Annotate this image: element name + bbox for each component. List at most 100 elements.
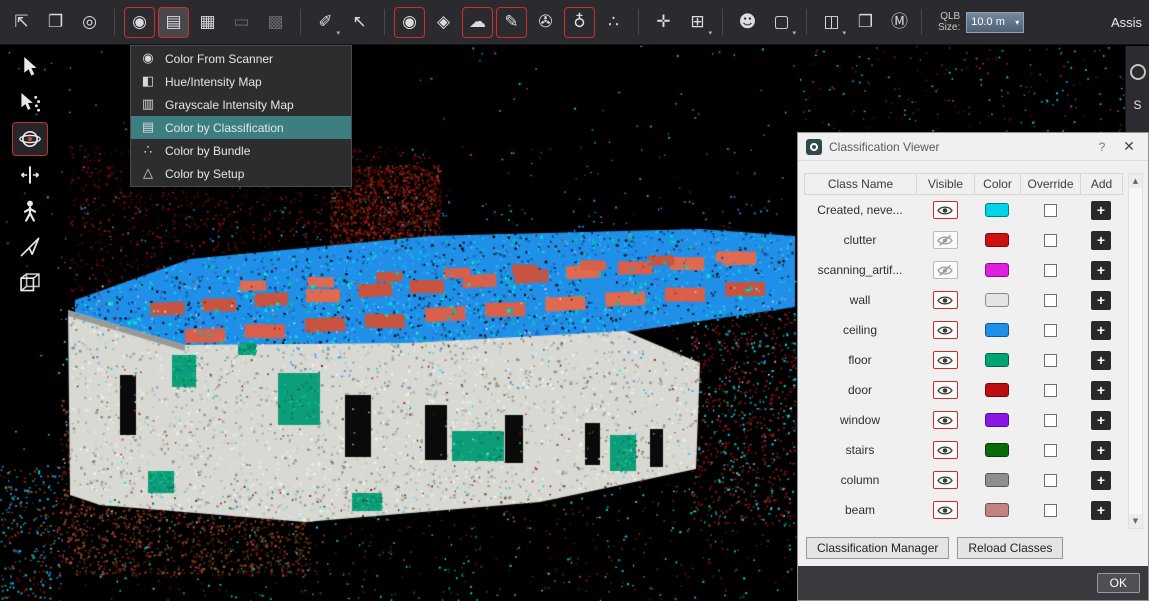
add-class-button[interactable]: + bbox=[1091, 261, 1111, 280]
location-pin-icon[interactable]: ♁ bbox=[564, 7, 595, 38]
avatar-icon[interactable] bbox=[1130, 64, 1146, 80]
class-name: clutter bbox=[804, 233, 916, 247]
add-class-button[interactable]: + bbox=[1091, 231, 1111, 250]
grayscale-map-icon[interactable]: ▦ bbox=[192, 7, 223, 38]
duplicate-view-icon[interactable]: ❐ bbox=[40, 7, 71, 38]
color-swatch[interactable] bbox=[985, 203, 1009, 217]
override-checkbox[interactable] bbox=[1044, 264, 1057, 277]
header-visible[interactable]: Visible bbox=[916, 173, 975, 195]
color-from-scanner-icon[interactable]: ◉ bbox=[124, 7, 155, 38]
help-button[interactable]: ? bbox=[1093, 140, 1111, 154]
menu-item-hue-intensity-map[interactable]: ◧Hue/Intensity Map bbox=[131, 70, 351, 93]
color-swatch[interactable] bbox=[985, 263, 1009, 277]
orbit-tool[interactable] bbox=[12, 122, 48, 156]
reload-classes-button[interactable]: Reload Classes bbox=[957, 537, 1063, 559]
selection-mode-icon[interactable]: ▢▾ bbox=[766, 7, 797, 38]
export-box-icon[interactable]: ⊞▾ bbox=[682, 7, 713, 38]
add-class-button[interactable]: + bbox=[1091, 441, 1111, 460]
align-tool[interactable] bbox=[12, 158, 48, 192]
color-swatch[interactable] bbox=[985, 233, 1009, 247]
select-points-tool[interactable] bbox=[12, 86, 48, 120]
scan-target-icon[interactable]: ◉ bbox=[394, 7, 425, 38]
close-icon[interactable]: ✕ bbox=[1118, 138, 1140, 155]
view-cube-icon[interactable]: ◫▾ bbox=[816, 7, 847, 38]
override-checkbox[interactable] bbox=[1044, 384, 1057, 397]
override-checkbox[interactable] bbox=[1044, 474, 1057, 487]
ok-button[interactable]: OK bbox=[1097, 573, 1140, 593]
move-axes-icon[interactable]: ✛ bbox=[648, 7, 679, 38]
annotate-pen-icon[interactable]: ✎ bbox=[496, 7, 527, 38]
override-checkbox[interactable] bbox=[1044, 444, 1057, 457]
add-class-button[interactable]: + bbox=[1091, 201, 1111, 220]
override-checkbox[interactable] bbox=[1044, 204, 1057, 217]
bounding-cube-icon[interactable]: ❒ bbox=[850, 7, 881, 38]
fly-tool[interactable] bbox=[12, 230, 48, 264]
eye-icon[interactable] bbox=[933, 201, 958, 219]
eye-icon[interactable] bbox=[933, 441, 958, 459]
panorama-view-icon[interactable]: ▭ bbox=[226, 7, 257, 38]
pick-tool-icon[interactable]: ↖ bbox=[344, 7, 375, 38]
assistant-panel-label[interactable]: Assis bbox=[1111, 15, 1143, 30]
override-checkbox[interactable] bbox=[1044, 234, 1057, 247]
classification-manager-button[interactable]: Classification Manager bbox=[806, 537, 949, 559]
add-class-button[interactable]: + bbox=[1091, 351, 1111, 370]
color-swatch[interactable] bbox=[985, 443, 1009, 457]
walkthrough-tool[interactable] bbox=[12, 194, 48, 228]
add-class-button[interactable]: + bbox=[1091, 471, 1111, 490]
header-add[interactable]: Add bbox=[1080, 173, 1123, 195]
qlb-size-dropdown[interactable]: 10.0 m ▾ bbox=[966, 12, 1024, 33]
color-swatch[interactable] bbox=[985, 293, 1009, 307]
eye-slash-icon[interactable] bbox=[933, 231, 958, 249]
color-swatch[interactable] bbox=[985, 473, 1009, 487]
scroll-down-icon[interactable]: ▼ bbox=[1129, 514, 1142, 528]
eye-icon[interactable] bbox=[933, 411, 958, 429]
brush-tool-icon[interactable]: ✐▾ bbox=[310, 7, 341, 38]
add-class-button[interactable]: + bbox=[1091, 321, 1111, 340]
override-checkbox[interactable] bbox=[1044, 504, 1057, 517]
override-checkbox[interactable] bbox=[1044, 354, 1057, 367]
override-checkbox[interactable] bbox=[1044, 414, 1057, 427]
add-class-button[interactable]: + bbox=[1091, 411, 1111, 430]
header-class-name[interactable]: Class Name bbox=[804, 173, 917, 195]
box-view-tool[interactable] bbox=[12, 266, 48, 300]
grayscale-map-glyph: ▦ bbox=[199, 14, 215, 31]
eye-icon[interactable] bbox=[933, 321, 958, 339]
eye-icon[interactable] bbox=[933, 381, 958, 399]
eye-slash-icon[interactable] bbox=[933, 261, 958, 279]
eye-icon[interactable] bbox=[933, 291, 958, 309]
add-class-button[interactable]: + bbox=[1091, 291, 1111, 310]
scrollbar[interactable]: ▲ ▼ bbox=[1128, 173, 1143, 529]
menu-item-color-by-bundle[interactable]: ∴Color by Bundle bbox=[131, 139, 351, 162]
override-checkbox[interactable] bbox=[1044, 324, 1057, 337]
zoom-window-icon[interactable]: ◎ bbox=[74, 7, 105, 38]
scroll-up-icon[interactable]: ▲ bbox=[1129, 174, 1142, 188]
menu-item-color-from-scanner[interactable]: ◉Color From Scanner bbox=[131, 47, 351, 70]
color-swatch[interactable] bbox=[985, 413, 1009, 427]
point-cloud-coloring-icon[interactable]: ▤ bbox=[158, 7, 189, 38]
collaborate-icon[interactable]: ☻ bbox=[732, 7, 763, 38]
classify-cloud-icon[interactable]: ☁ bbox=[462, 7, 493, 38]
color-swatch[interactable] bbox=[985, 383, 1009, 397]
eye-icon[interactable] bbox=[933, 501, 958, 519]
header-override[interactable]: Override bbox=[1020, 173, 1081, 195]
label-tag-icon[interactable]: ◈ bbox=[428, 7, 459, 38]
header-color[interactable]: Color bbox=[974, 173, 1021, 195]
snapshot-camera-icon[interactable]: ✇ bbox=[530, 7, 561, 38]
eye-icon[interactable] bbox=[933, 471, 958, 489]
override-checkbox[interactable] bbox=[1044, 294, 1057, 307]
color-swatch[interactable] bbox=[985, 503, 1009, 517]
add-class-button[interactable]: + bbox=[1091, 381, 1111, 400]
eye-icon[interactable] bbox=[933, 351, 958, 369]
menu-item-color-by-classification[interactable]: ▤Color by Classification bbox=[131, 116, 351, 139]
color-swatch[interactable] bbox=[985, 353, 1009, 367]
model-cube-icon[interactable]: Ⓜ bbox=[884, 7, 915, 38]
menu-item-color-by-setup[interactable]: △Color by Setup bbox=[131, 162, 351, 185]
image-view-icon[interactable]: ▩ bbox=[260, 7, 291, 38]
add-class-button[interactable]: + bbox=[1091, 501, 1111, 520]
pick-tool-glyph: ↖ bbox=[352, 14, 366, 31]
point-groups-icon[interactable]: ∴ bbox=[598, 7, 629, 38]
menu-item-grayscale-intensity-map[interactable]: ▥Grayscale Intensity Map bbox=[131, 93, 351, 116]
pan-view-icon[interactable]: ⇱ bbox=[6, 7, 37, 38]
color-swatch[interactable] bbox=[985, 323, 1009, 337]
select-tool[interactable] bbox=[12, 50, 48, 84]
